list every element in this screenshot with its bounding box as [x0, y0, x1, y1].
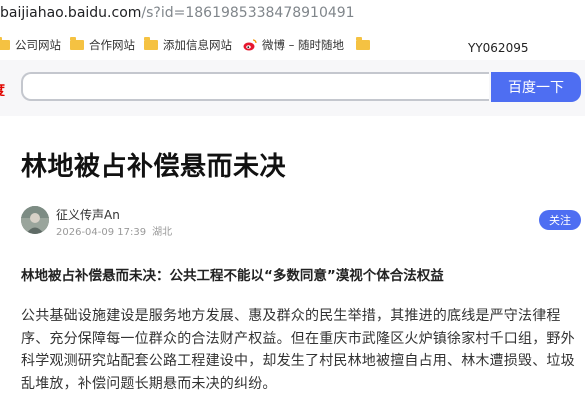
search-input[interactable]: [21, 72, 489, 101]
article-subtitle: 林地被占补偿悬而未决：公共工程不能以“多数同意”漠视个体合法权益: [21, 268, 444, 284]
address-bar[interactable]: baijiahao.baidu.com/s?id=186198533847891…: [0, 0, 585, 30]
avatar[interactable]: [21, 206, 49, 234]
folder-icon: [356, 37, 370, 50]
article-title: 林地被占补偿悬而未决: [21, 152, 287, 182]
bookmark-weibo[interactable]: 微博 – 随时随地: [243, 36, 344, 54]
url-path: /s?id=1861985338478910491: [141, 5, 355, 21]
overlay-code: YY062095: [468, 41, 529, 55]
bookmark-partner-sites[interactable]: 合作网站: [70, 36, 135, 54]
publish-location: 湖北: [152, 227, 173, 238]
bookmark-folder[interactable]: [356, 36, 375, 54]
article-paragraph: 公共基础设施建设是服务地方发展、惠及群众的民生举措，其推进的底线是严守法律程序、…: [21, 308, 575, 392]
folder-icon: [70, 37, 84, 50]
baidu-logo[interactable]: 度: [0, 82, 6, 96]
author-name[interactable]: 征义传声An: [56, 206, 120, 223]
bookmark-label: 添加信息网站: [163, 38, 232, 52]
weibo-icon: [243, 39, 257, 51]
publish-meta: 2026-04-09 17:39 湖北: [56, 223, 172, 238]
bookmark-label: 微博 – 随时随地: [262, 38, 345, 52]
follow-button[interactable]: 关注: [539, 210, 581, 230]
bookmark-company-sites[interactable]: 公司网站: [0, 36, 61, 54]
bookmark-add-info-sites[interactable]: 添加信息网站: [144, 36, 232, 54]
url-text[interactable]: baijiahao.baidu.com/s?id=186198533847891…: [0, 5, 355, 21]
publish-date: 2026-04-09 17:39: [56, 227, 147, 238]
bookmark-label: 合作网站: [89, 38, 135, 52]
search-button[interactable]: 百度一下: [491, 72, 581, 102]
folder-icon: [144, 37, 158, 50]
folder-icon: [0, 37, 10, 50]
url-host: baijiahao.baidu.com: [0, 5, 142, 21]
bookmark-label: 公司网站: [15, 38, 61, 52]
